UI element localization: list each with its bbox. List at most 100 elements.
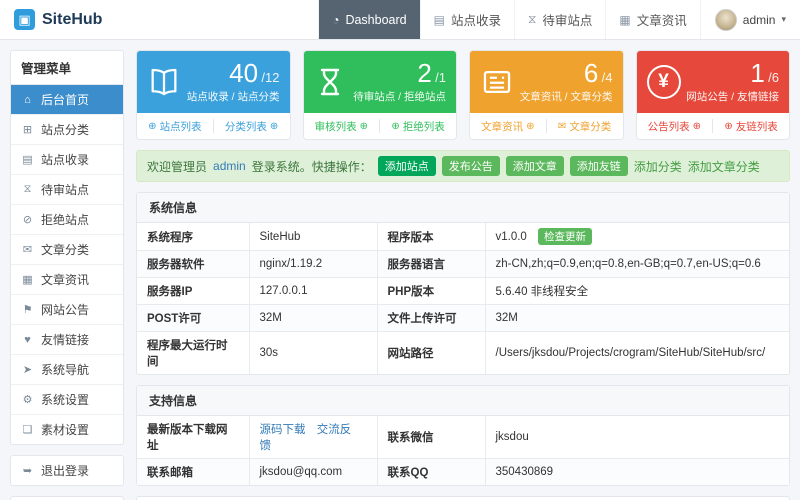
info-label: 服务器IP (137, 277, 250, 305)
plus-circle-icon: ⊕ (526, 120, 535, 132)
logout-button[interactable]: ➥ 退出登录 (11, 456, 123, 485)
main-content: 40 /12 站点收录 / 站点分类 ⊕ 站点列表 分类列表 ⊕ 2 /1 待审… (136, 50, 790, 500)
sidebar-item-rejected-sites[interactable]: ⊘ 拒绝站点 (11, 205, 123, 235)
nav-item-pending-sites[interactable]: ⧖ 待审站点 (513, 0, 605, 39)
ban-icon: ⊘ (22, 214, 33, 226)
newspaper-icon: ▦ (22, 274, 33, 286)
link-label: 站点列表 (159, 120, 202, 133)
article-list-link[interactable]: 文章资讯 ⊕ (470, 119, 546, 134)
sidebar-item-system-nav[interactable]: ➤ 系统导航 (11, 355, 123, 385)
audit-list-link[interactable]: 审核列表 ⊕ (304, 119, 380, 134)
flag-icon: ⚑ (22, 304, 33, 316)
brand[interactable]: ▣ SiteHub (14, 0, 102, 39)
stat-card-pending-top: 2 /1 待审站点 / 拒绝站点 (303, 51, 456, 113)
stat-card-articles-top: 6 /4 文章资讯 / 文章分类 (470, 51, 623, 113)
sidebar-item-pending-sites[interactable]: ⧖ 待审站点 (11, 175, 123, 205)
add-site-button[interactable]: 添加站点 (377, 156, 436, 176)
sidebar-item-articles[interactable]: ▦ 文章资讯 (11, 265, 123, 295)
nav-item-dashboard[interactable]: ◔ Dashboard (318, 0, 420, 39)
plus-circle-icon: ⊕ (391, 120, 400, 132)
add-friend-link-button[interactable]: 添加友链 (569, 156, 628, 176)
stat-card-sites-top: 40 /12 站点收录 / 站点分类 (137, 51, 290, 113)
book-icon: ▤ (22, 154, 33, 166)
sidebar-item-material-settings[interactable]: ❏ 素材设置 (11, 415, 123, 444)
hourglass-icon (314, 66, 346, 98)
info-value: v1.0.0 检查更新 (485, 223, 789, 251)
info-value: SiteHub (249, 223, 378, 251)
announcement-list-link[interactable]: 公告列表 ⊕ (637, 119, 713, 134)
info-label: 联系QQ (377, 458, 486, 485)
sidebar-item-announcements[interactable]: ⚑ 网站公告 (11, 295, 123, 325)
nav-item-sites[interactable]: ▤ 站点收录 (419, 0, 514, 39)
support-info-title: 支持信息 (137, 386, 789, 416)
sidebar-item-site-category[interactable]: ⊞ 站点分类 (11, 115, 123, 145)
source-download-link[interactable]: 源码下载 (260, 424, 306, 436)
link-label: 拒绝列表 (402, 120, 445, 133)
info-value: 127.0.0.1 (249, 277, 378, 305)
stat-card-announcements: ¥ 1 /6 网站公告 / 友情链接 公告列表 ⊕ ⊕ 友链列表 (635, 50, 790, 140)
sign-out-icon: ➥ (22, 465, 33, 477)
page-layout: 管理菜单 ⌂ 后台首页 ⊞ 站点分类 ▤ 站点收录 ⧖ 待审站点 ⊘ 拒绝站点 (0, 40, 800, 500)
nav-item-articles[interactable]: ▦ 文章资讯 (605, 0, 699, 39)
support-info-panel: 支持信息 最新版本下载网址 源码下载 交流反馈 联系微信 jksdou 联系邮箱… (136, 385, 790, 486)
check-update-button[interactable]: 检查更新 (538, 228, 593, 245)
sidebar-item-friend-links[interactable]: ♥ 友情链接 (11, 325, 123, 355)
article-category-link[interactable]: ✉ 文章分类 (547, 119, 623, 134)
brand-text: SiteHub (42, 10, 103, 28)
info-label: PHP版本 (377, 277, 486, 305)
link-label: 审核列表 (314, 120, 357, 133)
sidebar-item-label: 后台首页 (41, 93, 90, 107)
nav-label: 文章资讯 (636, 14, 687, 28)
info-value: 32M (485, 304, 789, 332)
info-label: 程序最大运行时间 (137, 331, 250, 374)
stat-value: 1 (750, 58, 765, 88)
yen-icon: ¥ (646, 65, 681, 99)
category-list-link[interactable]: 分类列表 ⊕ (214, 119, 290, 134)
sidebar-item-site-list[interactable]: ▤ 站点收录 (11, 145, 123, 175)
system-info-panel: 系统信息 系统程序 SiteHub 程序版本 v1.0.0 检查更新 服务器软件… (136, 192, 790, 375)
welcome-prefix: 欢迎管理员 (147, 159, 208, 174)
dashboard-icon: ◔ (332, 12, 340, 27)
nav-label: 待审站点 (542, 14, 593, 28)
add-article-button[interactable]: 添加文章 (505, 156, 564, 176)
info-label: POST许可 (137, 304, 250, 332)
stat-value: 6 (583, 58, 599, 88)
stat-subvalue: /12 (261, 70, 280, 85)
sidebar-item-label: 待审站点 (41, 183, 90, 197)
version-value: v1.0.0 (495, 231, 527, 243)
stat-values: 6 /4 文章资讯 / 文章分类 (514, 60, 613, 104)
plus-circle-icon: ⊕ (692, 120, 702, 132)
publish-announcement-button[interactable]: 发布公告 (441, 156, 500, 176)
logo-icon: ▣ (14, 9, 35, 30)
stat-label: 网站公告 / 友情链接 (686, 91, 779, 103)
stat-label: 文章资讯 / 文章分类 (519, 91, 613, 103)
welcome-suffix: 登录系统。快捷操作： (251, 159, 372, 174)
info-value: /Users/jksdou/Projects/crogram/SiteHub/S… (485, 331, 789, 374)
sidebar-item-article-category[interactable]: ✉ 文章分类 (11, 235, 123, 265)
sidebar-item-label: 网站公告 (41, 303, 90, 317)
info-label: 联系微信 (377, 416, 486, 459)
plus-circle-icon: ⊕ (269, 120, 279, 132)
link-label: 文章资讯 (481, 120, 524, 133)
reject-list-link[interactable]: ⊕ 拒绝列表 (380, 119, 456, 134)
add-category-link[interactable]: 添加分类 (634, 158, 682, 175)
add-article-category-link[interactable]: 添加文章分类 (688, 158, 760, 175)
info-value: zh-CN,zh;q=0.9,en;q=0.8,en-GB;q=0.7,en-U… (485, 250, 789, 278)
sidebar-item-home[interactable]: ⌂ 后台首页 (11, 85, 123, 115)
friend-link-list-link[interactable]: ⊕ 友链列表 (713, 119, 789, 134)
info-label: 系统程序 (137, 223, 250, 251)
info-label: 服务器语言 (377, 250, 486, 278)
stat-value: 2 (417, 58, 432, 88)
sidebar-item-system-settings[interactable]: ⚙ 系统设置 (11, 385, 123, 415)
table-row: 系统程序 SiteHub 程序版本 v1.0.0 检查更新 (137, 223, 789, 251)
stat-card-footer: ⊕ 站点列表 分类列表 ⊕ (137, 113, 290, 139)
welcome-username[interactable]: admin (213, 159, 246, 173)
info-label: 程序版本 (377, 223, 486, 251)
support-info-table: 最新版本下载网址 源码下载 交流反馈 联系微信 jksdou 联系邮箱 jksd… (137, 416, 789, 485)
site-list-link[interactable]: ⊕ 站点列表 (137, 119, 213, 134)
user-menu[interactable]: admin ▾ (699, 0, 800, 39)
newspaper-icon: ▦ (619, 12, 631, 27)
plus-circle-icon: ⊕ (359, 120, 369, 132)
stat-card-footer: 公告列表 ⊕ ⊕ 友链列表 (636, 113, 789, 139)
stat-label: 站点收录 / 站点分类 (186, 91, 280, 103)
